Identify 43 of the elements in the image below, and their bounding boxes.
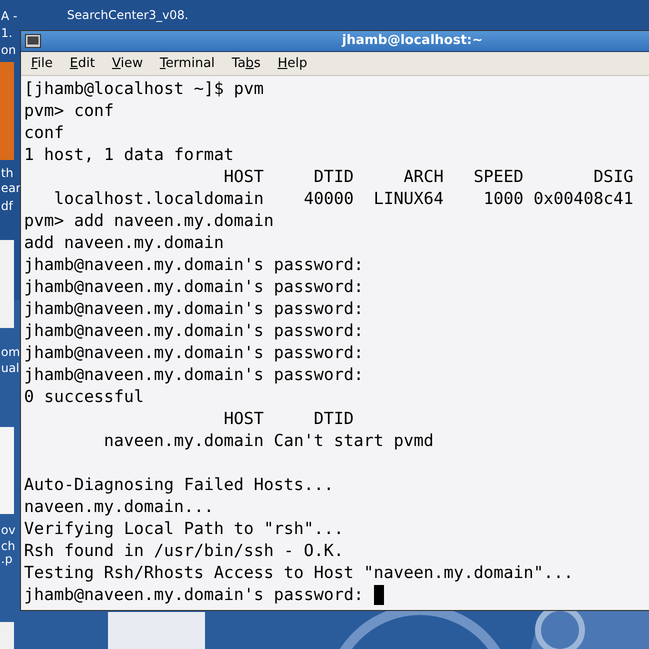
window-title: jhamb@localhost:~ <box>342 32 483 50</box>
terminal-icon <box>25 34 41 48</box>
terminal-line: jhamb@naveen.my.domain's password: <box>24 584 365 606</box>
terminal-line: jhamb@naveen.my.domain's password: <box>24 342 364 364</box>
terminal-line: 1 host, 1 data format <box>24 144 234 166</box>
terminal-line: localhost.localdomain 40000 LINUX64 1000 0x00408c41 <box>52 188 634 210</box>
desktop-icon-label: on <box>1 43 16 57</box>
terminal-line: pvm> add naveen.my.domain <box>24 210 274 232</box>
desktop-icon-label: ch <box>1 539 16 553</box>
terminal-line: conf <box>24 122 64 144</box>
terminal-line: Auto-Diagnosing Failed Hosts... <box>24 474 334 496</box>
terminal-line: [jhamb@localhost ~]$ pvm <box>24 78 264 100</box>
desktop-icon-label: ual <box>1 361 20 375</box>
terminal-line: Testing Rsh/Rhosts Access to Host "naveen.my.domain"... <box>24 562 574 584</box>
terminal-line: jhamb@naveen.my.domain's password: <box>24 254 364 276</box>
terminal-line: jhamb@naveen.my.domain's password: <box>24 364 364 386</box>
terminal-line: jhamb@naveen.my.domain's password: <box>24 320 364 342</box>
terminal-line: Rsh found in /usr/bin/ssh - O.K. <box>24 540 344 562</box>
terminal-line: Verifying Local Path to "rsh"... <box>24 518 344 540</box>
terminal-line: naveen.my.domain... <box>24 496 214 518</box>
desktop-icon-label: om <box>1 345 20 359</box>
terminal-line: pvm> conf <box>24 100 114 122</box>
terminal-line: HOST DTID <box>222 408 354 430</box>
menu-item[interactable]: Terminal <box>158 54 216 74</box>
desktop-icon-label: .p <box>1 552 12 566</box>
desktop-icon-label: ov <box>1 523 16 537</box>
desktop-icon-label: df <box>1 199 13 213</box>
terminal-line: add naveen.my.domain <box>24 232 224 254</box>
terminal-line: 0 successful <box>24 386 144 408</box>
desktop-icon-label: SearchCenter3_v08. <box>67 8 188 22</box>
terminal-line: jhamb@naveen.my.domain's password: <box>24 276 364 298</box>
desktop-icon-label: ear <box>1 181 21 195</box>
terminal-line: naveen.my.domain Can't start pvmd <box>102 430 434 452</box>
menu-item[interactable]: File <box>30 54 54 74</box>
menu-item[interactable]: Help <box>276 54 308 74</box>
terminal-line: jhamb@naveen.my.domain's password: <box>24 298 364 320</box>
desktop-icon-label: 1. <box>1 26 12 40</box>
desktop-icon-label: th <box>1 166 14 180</box>
menu-item[interactable]: Edit <box>68 54 96 74</box>
terminal-line: HOST DTID ARCH SPEED DSIG <box>222 166 634 188</box>
menu-item[interactable]: Tabs <box>230 54 262 74</box>
menu-item[interactable]: View <box>110 54 144 74</box>
desktop-icon-label: A - <box>1 9 18 23</box>
